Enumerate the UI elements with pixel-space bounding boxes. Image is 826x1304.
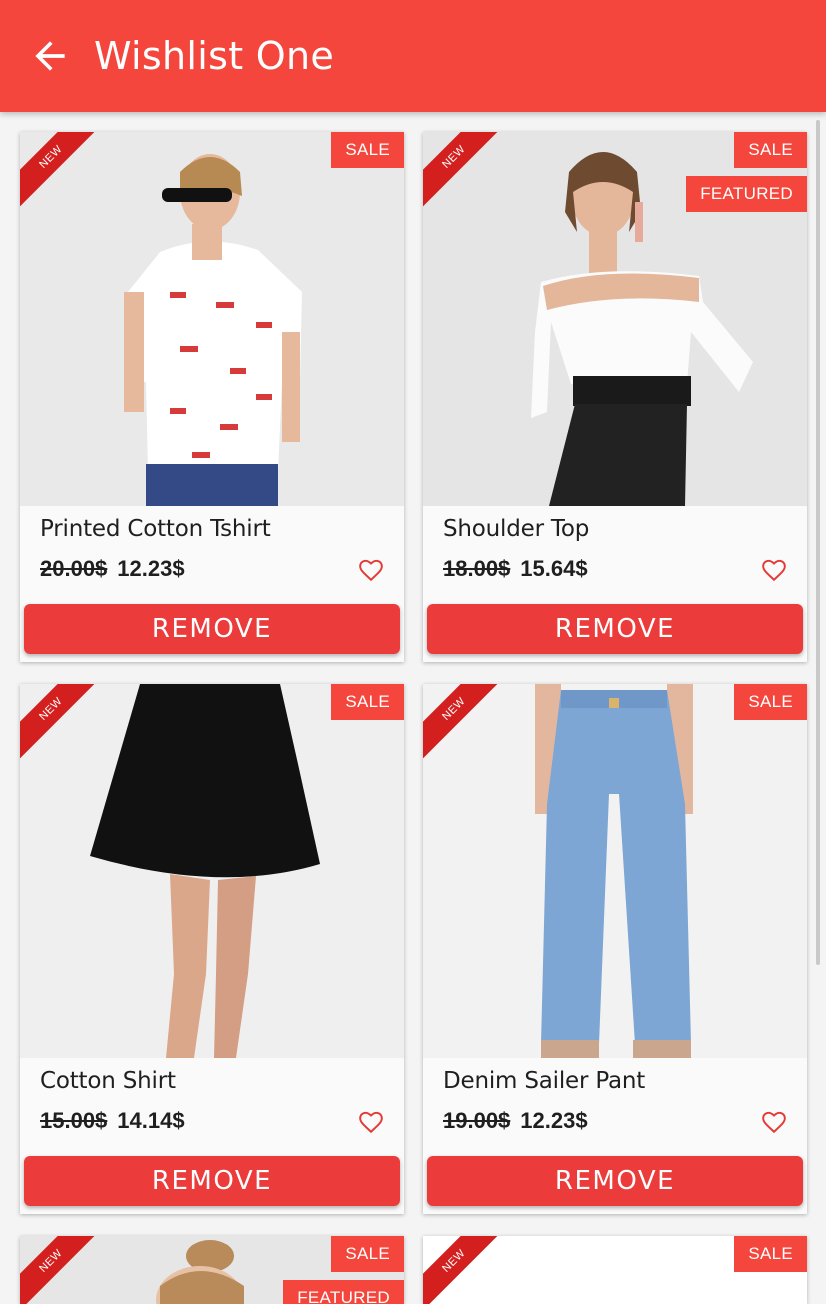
product-image[interactable]: NEW SALE FEATURED: [423, 132, 807, 506]
heart-icon[interactable]: [358, 557, 384, 583]
remove-button[interactable]: REMOVE: [427, 1156, 803, 1206]
current-price: 14.14$: [117, 1108, 185, 1133]
sale-badge: SALE: [734, 1236, 807, 1272]
new-ribbon: NEW: [423, 132, 503, 212]
new-ribbon: NEW: [20, 1236, 100, 1304]
product-image[interactable]: NEW SALE: [423, 684, 807, 1058]
product-image[interactable]: NEW SALE: [423, 1236, 807, 1304]
current-price: 12.23$: [117, 556, 185, 581]
sale-badge: SALE: [331, 684, 404, 720]
product-name[interactable]: Printed Cotton Tshirt: [40, 516, 271, 542]
product-name[interactable]: Denim Sailer Pant: [443, 1068, 645, 1094]
heart-icon[interactable]: [761, 1109, 787, 1135]
app-bar: Wishlist One: [0, 0, 826, 112]
product-card[interactable]: NEW SALE Cotton Shirt 15.00$ 14.14$ REMOV…: [20, 684, 404, 1214]
current-price: 12.23$: [520, 1108, 588, 1133]
product-card[interactable]: NEW SALE Denim Sailer Pant 19.00$ 12.23$ …: [423, 684, 807, 1214]
product-image[interactable]: NEW SALE: [20, 132, 404, 506]
featured-badge: FEATURED: [686, 176, 807, 212]
remove-button[interactable]: REMOVE: [427, 604, 803, 654]
product-info: Denim Sailer Pant 19.00$ 12.23$ REMOVE: [423, 1058, 807, 1214]
product-card[interactable]: NEW SALE FEATURED Shoulder Top 18.00$ 15.…: [423, 132, 807, 662]
new-ribbon: NEW: [423, 1236, 503, 1304]
featured-badge: FEATURED: [283, 1280, 404, 1304]
old-price: 15.00$: [40, 1108, 108, 1133]
product-info: Printed Cotton Tshirt 20.00$ 12.23$ REMOV…: [20, 506, 404, 662]
sale-badge: SALE: [331, 1236, 404, 1272]
product-card[interactable]: NEW SALE Printed Cotton Tshirt 20.00$ 12.…: [20, 132, 404, 662]
page-title: Wishlist One: [94, 34, 335, 78]
product-card[interactable]: NEW SALE FEATURED: [20, 1236, 404, 1304]
sale-badge: SALE: [734, 132, 807, 168]
new-ribbon: NEW: [20, 684, 100, 764]
price-row: 18.00$ 15.64$: [443, 556, 588, 582]
sale-badge: SALE: [734, 684, 807, 720]
arrow-left-icon: [35, 41, 65, 71]
product-card[interactable]: NEW SALE: [423, 1236, 807, 1304]
new-ribbon: NEW: [423, 684, 503, 764]
product-image[interactable]: NEW SALE: [20, 684, 404, 1058]
old-price: 18.00$: [443, 556, 511, 581]
remove-button[interactable]: REMOVE: [24, 1156, 400, 1206]
heart-icon[interactable]: [761, 557, 787, 583]
price-row: 15.00$ 14.14$: [40, 1108, 185, 1134]
product-info: Shoulder Top 18.00$ 15.64$ REMOVE: [423, 506, 807, 662]
new-ribbon: NEW: [20, 132, 100, 212]
heart-icon[interactable]: [358, 1109, 384, 1135]
price-row: 20.00$ 12.23$: [40, 556, 185, 582]
product-name[interactable]: Shoulder Top: [443, 516, 589, 542]
product-image[interactable]: NEW SALE FEATURED: [20, 1236, 404, 1304]
scrollbar[interactable]: [816, 120, 820, 965]
back-button[interactable]: [28, 30, 76, 82]
current-price: 15.64$: [520, 556, 588, 581]
product-info: Cotton Shirt 15.00$ 14.14$ REMOVE: [20, 1058, 404, 1214]
product-name[interactable]: Cotton Shirt: [40, 1068, 176, 1094]
price-row: 19.00$ 12.23$: [443, 1108, 588, 1134]
sale-badge: SALE: [331, 132, 404, 168]
remove-button[interactable]: REMOVE: [24, 604, 400, 654]
old-price: 20.00$: [40, 556, 108, 581]
old-price: 19.00$: [443, 1108, 511, 1133]
